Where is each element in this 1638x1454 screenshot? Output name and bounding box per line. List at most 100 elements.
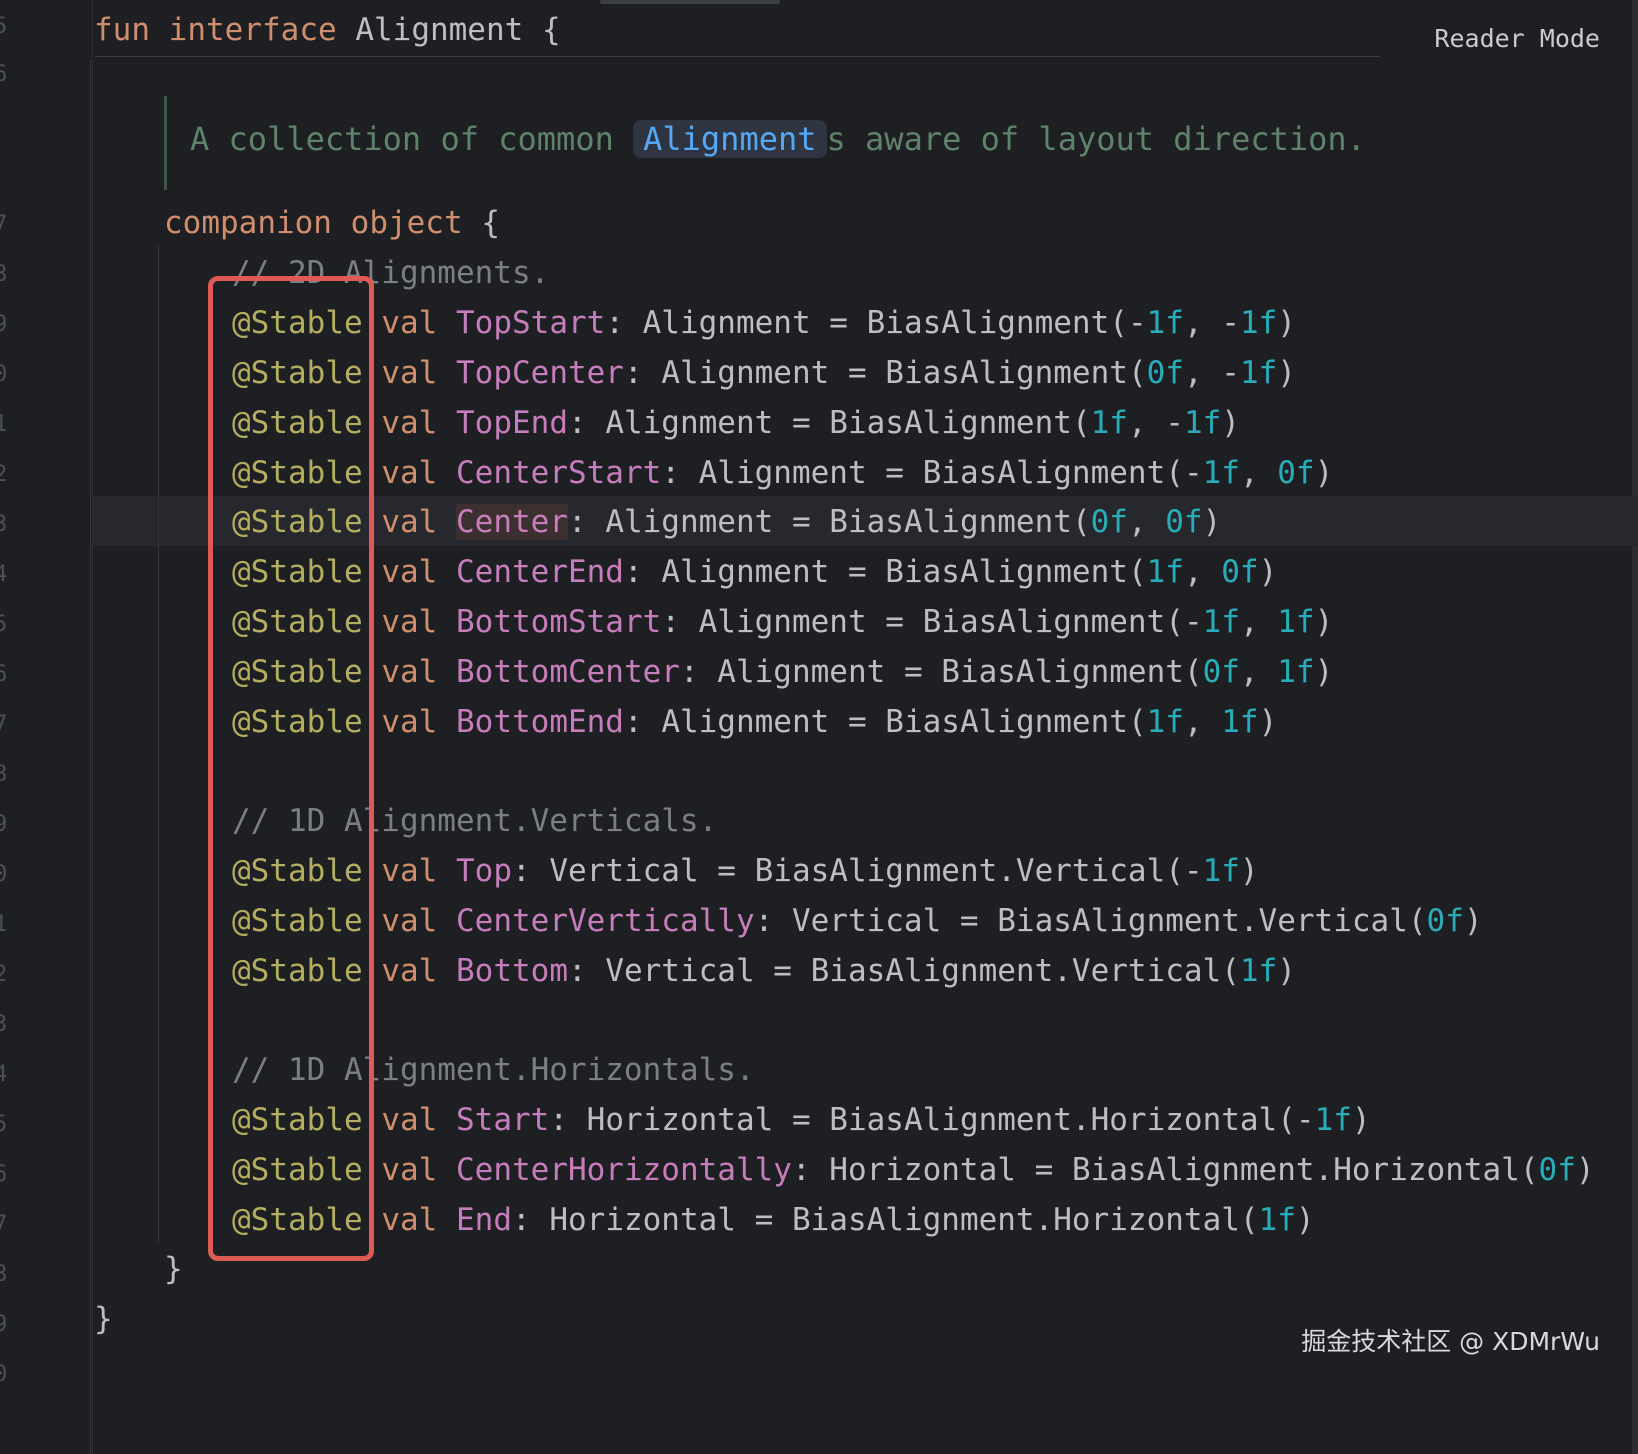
property-name: Bottom xyxy=(456,953,568,989)
keyword-val: val xyxy=(381,604,438,640)
line-number[interactable]: 7 xyxy=(0,710,8,740)
keyword-object: object xyxy=(350,205,463,241)
keyword-fun: fun xyxy=(94,12,150,48)
punctuation: , - xyxy=(1183,305,1240,341)
line-number[interactable]: 9 xyxy=(0,1310,8,1340)
property-line-bottomstart[interactable]: @Stable val BottomStart: Alignment = Bia… xyxy=(232,600,1333,644)
punctuation: - xyxy=(1127,305,1147,341)
constructor-call: BiasAlignment xyxy=(829,504,1072,540)
property-name: CenterHorizontally xyxy=(456,1152,792,1188)
interface-declaration-line[interactable]: fun interface Alignment { xyxy=(94,8,561,52)
line-number[interactable]: 6 xyxy=(0,1160,8,1190)
numeric-literal: 1f xyxy=(1239,953,1278,989)
line-number[interactable]: 1 xyxy=(0,410,8,440)
constructor-call: BiasAlignment xyxy=(866,305,1110,341)
property-type: Horizontal xyxy=(829,1152,1016,1188)
property-line-end[interactable]: @Stable val End: Horizontal = BiasAlignm… xyxy=(232,1198,1315,1242)
property-line-bottomcenter[interactable]: @Stable val BottomCenter: Alignment = Bi… xyxy=(232,650,1333,694)
line-number[interactable]: 8 xyxy=(0,760,8,790)
property-line-topend[interactable]: @Stable val TopEnd: Alignment = BiasAlig… xyxy=(232,401,1240,445)
line-number[interactable]: 3 xyxy=(0,510,8,540)
line-number[interactable]: 0 xyxy=(0,860,8,890)
punctuation: , xyxy=(1239,455,1278,491)
numeric-literal: 1f xyxy=(1258,1202,1296,1238)
line-number[interactable]: 4 xyxy=(0,1060,8,1090)
property-type: Alignment xyxy=(661,704,830,740)
sticky-header-divider xyxy=(95,56,1380,57)
interface-name: Alignment xyxy=(355,12,524,48)
numeric-literal: 1f xyxy=(1146,704,1184,740)
numeric-literal: 0f xyxy=(1202,654,1240,690)
line-number[interactable]: 8 xyxy=(0,260,8,290)
line-number[interactable]: 5 xyxy=(0,12,8,42)
constructor-call: BiasAlignment xyxy=(829,405,1072,441)
punctuation: , - xyxy=(1183,355,1240,391)
property-line-centerend[interactable]: @Stable val CenterEnd: Alignment = BiasA… xyxy=(232,550,1277,594)
numeric-literal: 0f xyxy=(1221,554,1259,590)
line-number[interactable]: 5 xyxy=(0,610,8,640)
line-number[interactable]: 4 xyxy=(0,560,8,590)
line-number[interactable]: 9 xyxy=(0,810,8,840)
vertical-scrollbar[interactable] xyxy=(1632,0,1638,1454)
code-editor[interactable]: 5 6 7 8 9 0 1 2 3 4 5 6 7 8 9 0 1 2 3 4 5 6 7 8 9 0 fun interface… xyxy=(0,0,1638,1454)
numeric-literal: 1f xyxy=(1202,604,1240,640)
doc-text: s aware of layout direction. xyxy=(826,120,1366,158)
keyword-val: val xyxy=(381,704,438,740)
indent-guide xyxy=(158,246,159,1242)
property-line-center[interactable]: @Stable val Center: Alignment = BiasAlig… xyxy=(232,500,1221,544)
property-name: BottomStart xyxy=(456,604,662,640)
property-name: TopCenter xyxy=(456,355,624,391)
property-line-centerstart[interactable]: @Stable val CenterStart: Alignment = Bia… xyxy=(232,451,1333,495)
line-number[interactable]: 0 xyxy=(0,1360,8,1390)
close-brace-interface: } xyxy=(94,1301,113,1337)
line-number[interactable]: 7 xyxy=(0,210,8,240)
reader-mode-button[interactable]: Reader Mode xyxy=(1434,22,1600,56)
property-name: TopEnd xyxy=(456,405,568,441)
line-number[interactable]: 7 xyxy=(0,1210,8,1240)
line-number[interactable]: 2 xyxy=(0,460,8,490)
property-line-topcenter[interactable]: @Stable val TopCenter: Alignment = BiasA… xyxy=(232,351,1296,395)
horizontal-scroll-thumb[interactable] xyxy=(600,0,780,4)
property-line-centervertically[interactable]: @Stable val CenterVertically: Vertical =… xyxy=(232,899,1483,943)
numeric-literal: 1f xyxy=(1239,305,1278,341)
line-number[interactable]: 2 xyxy=(0,960,8,990)
property-line-top[interactable]: @Stable val Top: Vertical = BiasAlignmen… xyxy=(232,849,1259,893)
property-line-centerhorizontally[interactable]: @Stable val CenterHorizontally: Horizont… xyxy=(232,1148,1595,1192)
property-line-bottomend[interactable]: @Stable val BottomEnd: Alignment = BiasA… xyxy=(232,700,1277,744)
constructor-call: BiasAlignment xyxy=(922,455,1166,491)
keyword-val: val xyxy=(381,305,438,341)
line-number[interactable]: 0 xyxy=(0,360,8,390)
numeric-literal: 1f xyxy=(1202,455,1240,491)
line-number[interactable]: 8 xyxy=(0,1260,8,1290)
numeric-literal: 0f xyxy=(1277,455,1315,491)
line-number[interactable]: 6 xyxy=(0,60,8,90)
property-type: Vertical xyxy=(791,903,942,939)
property-type: Vertical xyxy=(605,953,755,989)
companion-object-line[interactable]: companion object { xyxy=(164,201,500,245)
numeric-literal: 0f xyxy=(1146,355,1184,391)
property-type: Horizontal xyxy=(549,1202,736,1238)
constructor-call: BiasAlignment xyxy=(885,704,1128,740)
line-number[interactable]: 9 xyxy=(0,310,8,340)
keyword-val: val xyxy=(381,953,438,989)
property-line-bottom[interactable]: @Stable val Bottom: Vertical = BiasAlign… xyxy=(232,949,1296,993)
keyword-val: val xyxy=(381,903,438,939)
watermark: 掘金技术社区 @ XDMrWu xyxy=(1301,1327,1600,1356)
property-type: Alignment xyxy=(698,455,867,491)
indent-guide xyxy=(90,60,91,1454)
constructor-call: BiasAlignment.Horizontal xyxy=(1071,1152,1520,1188)
constructor-call: BiasAlignment.Vertical xyxy=(997,903,1408,939)
line-number[interactable]: 1 xyxy=(0,910,8,940)
line-number[interactable]: 3 xyxy=(0,1010,8,1040)
numeric-literal: 0f xyxy=(1090,504,1128,540)
keyword-val: val xyxy=(381,1102,438,1138)
punctuation: , xyxy=(1239,604,1278,640)
line-number[interactable]: 5 xyxy=(0,1110,8,1140)
doc-link-alignment[interactable]: Alignment xyxy=(633,120,827,158)
property-line-topstart[interactable]: @Stable val TopStart: Alignment = BiasAl… xyxy=(232,301,1296,345)
numeric-literal: 0f xyxy=(1426,903,1464,939)
line-number[interactable]: 6 xyxy=(0,660,8,690)
numeric-literal: 0f xyxy=(1165,504,1203,540)
keyword-val: val xyxy=(381,355,438,391)
property-line-start[interactable]: @Stable val Start: Horizontal = BiasAlig… xyxy=(232,1098,1371,1142)
